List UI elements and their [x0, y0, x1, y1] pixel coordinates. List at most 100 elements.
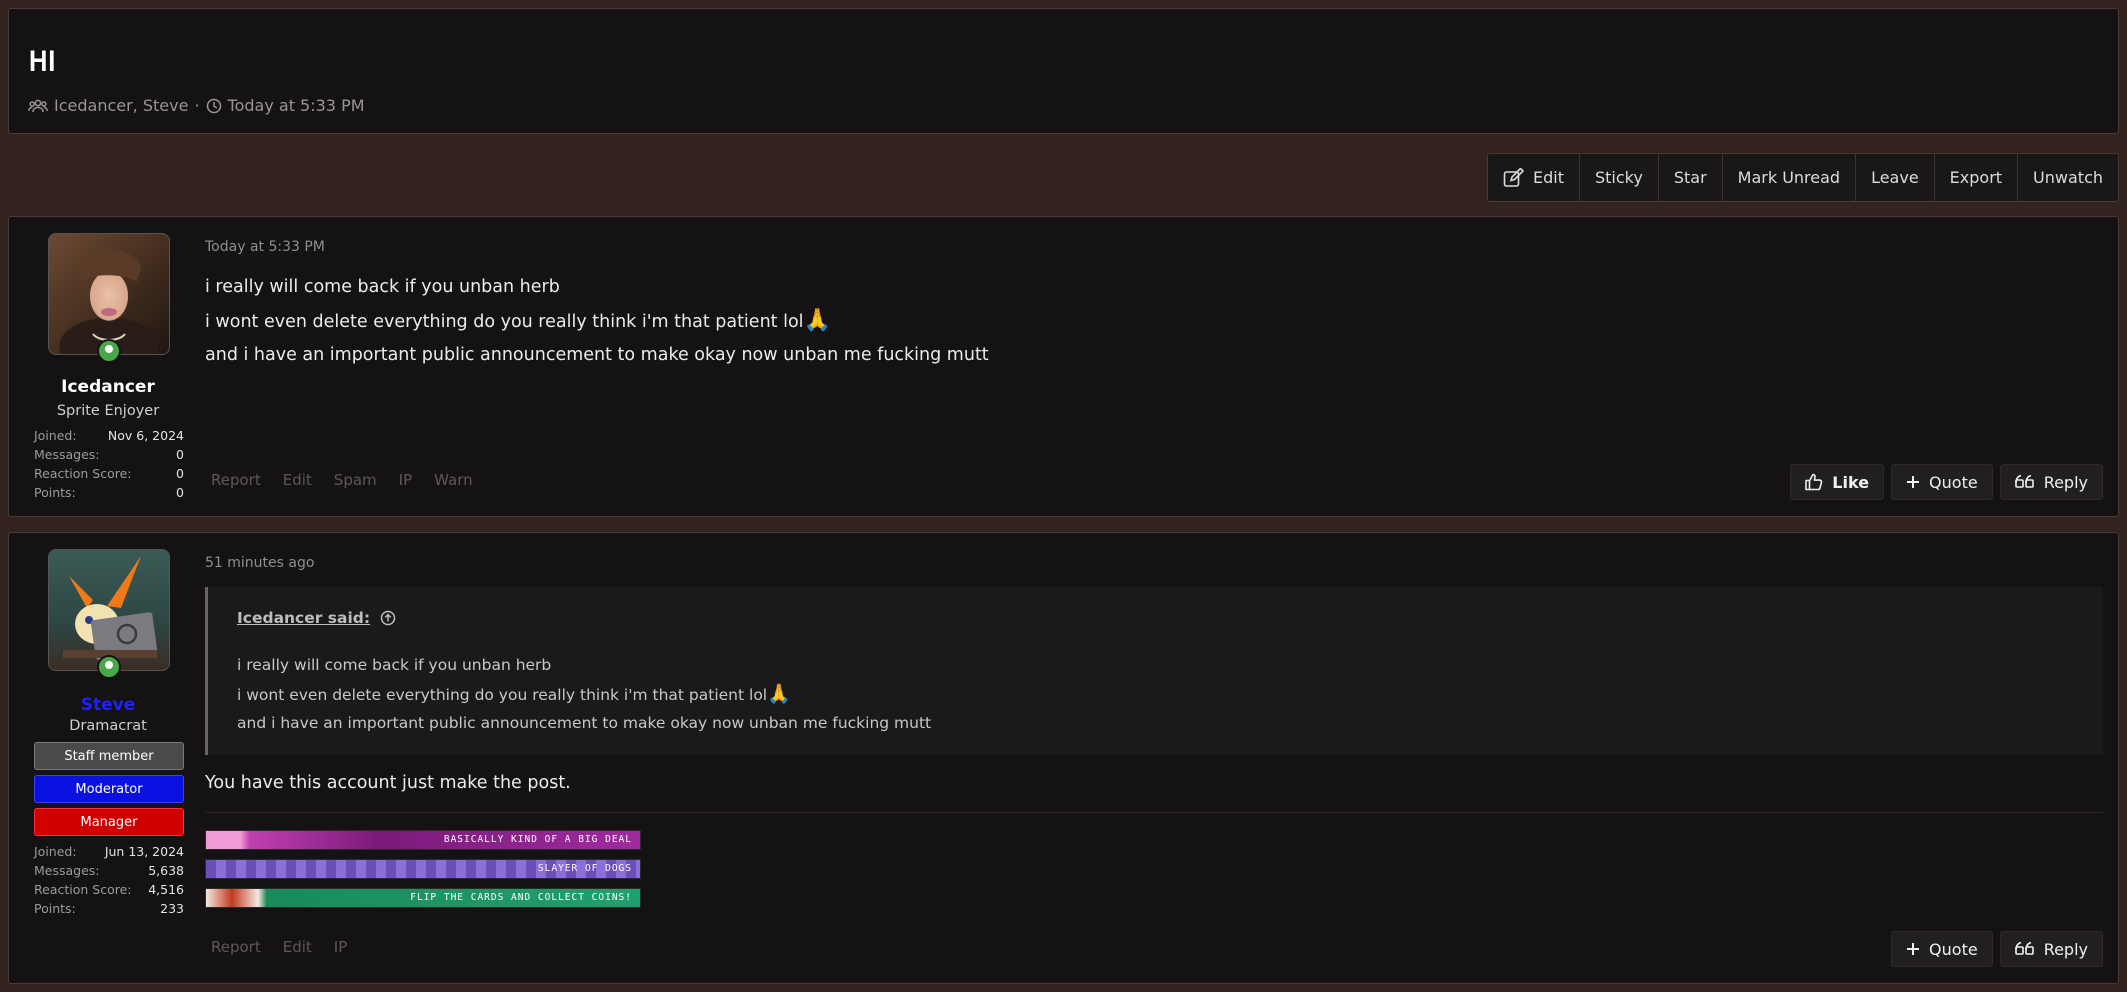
reply-quote-icon — [2014, 474, 2035, 490]
edit-link[interactable]: Edit — [283, 471, 312, 489]
stat-reaction-score: Reaction Score: 0 — [34, 464, 184, 483]
message-post: Steve Dramacrat Staff member Moderator M… — [8, 532, 2119, 984]
edit-thread-label: Edit — [1533, 168, 1564, 187]
stat-label: Messages: — [34, 447, 100, 462]
post-content: You have this account just make the post… — [205, 773, 571, 793]
warn-link[interactable]: Warn — [434, 471, 472, 489]
signature-divider — [205, 812, 2103, 813]
post-date[interactable]: 51 minutes ago — [205, 555, 314, 571]
quote-label: Quote — [1929, 472, 1978, 492]
quote-label: Quote — [1929, 939, 1978, 959]
username[interactable]: Icedancer — [19, 377, 197, 397]
avatar[interactable] — [48, 233, 170, 355]
meta-separator: · — [194, 96, 200, 115]
post-actions: Like Quote Reply — [1790, 464, 2103, 500]
stat-value: 0 — [176, 485, 184, 500]
quote-author: Icedancer said: — [237, 609, 371, 627]
stat-label: Reaction Score: — [34, 466, 132, 481]
leave-label: Leave — [1871, 168, 1919, 187]
quote-button[interactable]: Quote — [1891, 464, 1993, 500]
export-label: Export — [1949, 168, 2003, 187]
stat-messages: Messages: 5,638 — [34, 861, 184, 880]
unwatch-label: Unwatch — [2033, 168, 2103, 187]
mark-unread-button[interactable]: Mark Unread — [1721, 154, 1855, 201]
quote-line-with-emoji: i wont even delete everything do you rea… — [237, 680, 931, 710]
stat-value: 0 — [176, 447, 184, 462]
spam-link[interactable]: Spam — [334, 471, 377, 489]
stat-points: Points: 233 — [34, 899, 184, 918]
reply-label: Reply — [2043, 939, 2088, 959]
stat-label: Points: — [34, 485, 76, 500]
thread-header: HI Icedancer, Steve · Today at 5:33 PM — [8, 8, 2119, 134]
reply-quote-icon — [2014, 941, 2035, 957]
stat-label: Joined: — [34, 844, 77, 859]
unwatch-button[interactable]: Unwatch — [2017, 154, 2118, 201]
thread-time[interactable]: Today at 5:33 PM — [228, 96, 365, 115]
avatar-image — [63, 556, 158, 660]
like-button[interactable]: Like — [1790, 464, 1885, 500]
stat-points: Points: 0 — [34, 483, 184, 502]
edit-thread-button[interactable]: Edit — [1488, 154, 1579, 201]
leave-button[interactable]: Leave — [1855, 154, 1934, 201]
quote-line: i wont even delete everything do you rea… — [237, 685, 768, 704]
thread-toolbar: Edit Sticky Star Mark Unread Leave Expor… — [1487, 153, 2119, 202]
thumbs-up-icon — [1805, 473, 1823, 491]
avatar[interactable] — [48, 549, 170, 671]
like-label: Like — [1832, 472, 1870, 492]
moderator-badge: Moderator — [34, 775, 184, 803]
stat-messages: Messages: 0 — [34, 445, 184, 464]
quote-line: i really will come back if you unban her… — [237, 656, 552, 674]
sticky-label: Sticky — [1595, 168, 1643, 187]
thread-meta: Icedancer, Steve · Today at 5:33 PM — [28, 96, 365, 115]
thread-title: HI — [29, 45, 57, 78]
signature-banner: Slayer of dogs — [205, 859, 641, 879]
pray-emoji: 🙏 — [767, 682, 791, 705]
edit-link[interactable]: Edit — [283, 938, 312, 956]
stat-label: Points: — [34, 901, 76, 916]
user-info: Icedancer Sprite Enjoyer Joined: Nov 6, 2… — [19, 217, 185, 516]
quote-button[interactable]: Quote — [1891, 931, 1993, 967]
post-content: i really will come back if you unban her… — [205, 271, 989, 372]
report-link[interactable]: Report — [211, 471, 261, 489]
post-date[interactable]: Today at 5:33 PM — [205, 239, 325, 255]
thread-participants[interactable]: Icedancer, Steve — [54, 96, 188, 115]
plus-icon — [1906, 942, 1920, 956]
quote-author-link[interactable]: Icedancer said: — [237, 609, 396, 627]
manager-badge: Manager — [34, 808, 184, 836]
ip-link[interactable]: IP — [334, 938, 347, 956]
edit-icon — [1503, 167, 1525, 188]
user-stats: Joined: Nov 6, 2024 Messages: 0 Reaction S… — [34, 426, 184, 502]
avatar-image — [77, 249, 141, 341]
stat-label: Joined: — [34, 428, 77, 443]
stat-value: Nov 6, 2024 — [107, 428, 184, 443]
reply-button[interactable]: Reply — [1999, 931, 2103, 967]
stat-value: 0 — [176, 466, 184, 481]
sticky-button[interactable]: Sticky — [1579, 154, 1658, 201]
arrow-up-circle-icon[interactable] — [380, 610, 396, 626]
quote-content: i really will come back if you unban her… — [237, 651, 931, 738]
stat-joined: Joined: Nov 6, 2024 — [34, 426, 184, 445]
online-status-icon — [97, 339, 121, 363]
ip-link[interactable]: IP — [399, 471, 412, 489]
star-label: Star — [1673, 168, 1707, 187]
report-link[interactable]: Report — [211, 938, 261, 956]
signature-banner: Basically kind of a big deal — [205, 830, 641, 850]
message-post: Icedancer Sprite Enjoyer Joined: Nov 6, 2… — [8, 216, 2119, 517]
export-button[interactable]: Export — [1933, 154, 2017, 201]
post-mod-links: Report Edit Spam IP Warn — [211, 471, 473, 489]
stat-value: 5,638 — [148, 863, 184, 878]
plus-icon — [1906, 475, 1920, 489]
star-button[interactable]: Star — [1657, 154, 1722, 201]
quote-line: and i have an important public announcem… — [237, 714, 932, 732]
post-line-with-emoji: i wont even delete everything do you rea… — [205, 304, 989, 339]
stat-value: 233 — [160, 901, 184, 916]
post-mod-links: Report Edit IP — [211, 938, 347, 956]
quote-block: Icedancer said: i really will come back … — [205, 587, 2103, 755]
post-line: i wont even delete everything do you rea… — [205, 312, 804, 332]
stat-reaction-score: Reaction Score: 4,516 — [34, 880, 184, 899]
stat-value: Jun 13, 2024 — [104, 844, 184, 859]
reply-button[interactable]: Reply — [1999, 464, 2103, 500]
staff-member-badge: Staff member — [34, 742, 184, 770]
participants-icon — [28, 98, 48, 114]
username[interactable]: Steve — [19, 695, 197, 715]
